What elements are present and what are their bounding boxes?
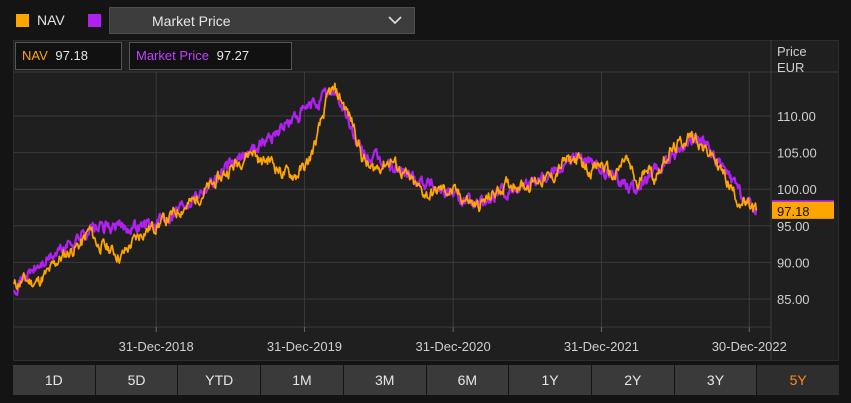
y-tick-label: 105.00 <box>777 146 817 161</box>
y-axis-title-line2: EUR <box>777 60 804 75</box>
nav-last-value-text: 97.18 <box>777 204 810 219</box>
series-line-market-price <box>12 87 758 296</box>
nav-value-label: NAV <box>22 48 48 63</box>
last-value-tags: 97.2797.18 <box>772 200 834 219</box>
market-value-box: Market Price 97.27 <box>129 42 292 70</box>
market-value-label: Market Price <box>136 48 209 63</box>
y-tick-label: 90.00 <box>777 255 810 270</box>
range-button-3m[interactable]: 3M <box>343 365 426 395</box>
market-value: 97.27 <box>216 48 250 63</box>
range-button-1m[interactable]: 1M <box>261 365 343 395</box>
range-button-5y[interactable]: 5Y <box>757 365 840 395</box>
range-button-2y[interactable]: 2Y <box>591 365 674 395</box>
x-tick-label: 31-Dec-2021 <box>564 339 639 354</box>
y-tick-label: 100.00 <box>777 182 817 197</box>
y-axis-title-line1: Price <box>777 44 807 59</box>
range-button-ytd[interactable]: YTD <box>178 365 261 395</box>
range-button-3y[interactable]: 3Y <box>674 365 757 395</box>
range-button-1y[interactable]: 1Y <box>509 365 591 395</box>
x-tick-label: 31-Dec-2018 <box>119 339 194 354</box>
time-range-selector: 1D 5D YTD 1M 3M 6M 1Y 2Y 3Y 5Y <box>13 365 840 395</box>
y-tick-label: 95.00 <box>777 219 810 234</box>
x-tick-label: 31-Dec-2019 <box>267 339 342 354</box>
series-line-nav <box>13 82 758 291</box>
nav-value: 97.18 <box>55 48 88 63</box>
price-chart: 85.00 90.00 95.00 100.00 105.00 110.00 31-Dec… <box>12 40 838 360</box>
x-tick-label: 31-Dec-2020 <box>416 339 491 354</box>
nav-value-box: NAV 97.18 <box>15 42 122 70</box>
x-tick-label: 30-Dec-2022 <box>712 339 787 354</box>
range-button-6m[interactable]: 6M <box>426 365 509 395</box>
y-tick-label: 110.00 <box>777 109 816 124</box>
chart-grid <box>14 40 838 360</box>
range-button-5d[interactable]: 5D <box>95 365 178 395</box>
x-axis-ticks: 31-Dec-2018 31-Dec-2019 31-Dec-2020 31-Dec-… <box>119 339 787 354</box>
y-tick-label: 85.00 <box>777 292 810 307</box>
range-button-1d[interactable]: 1D <box>13 365 95 395</box>
